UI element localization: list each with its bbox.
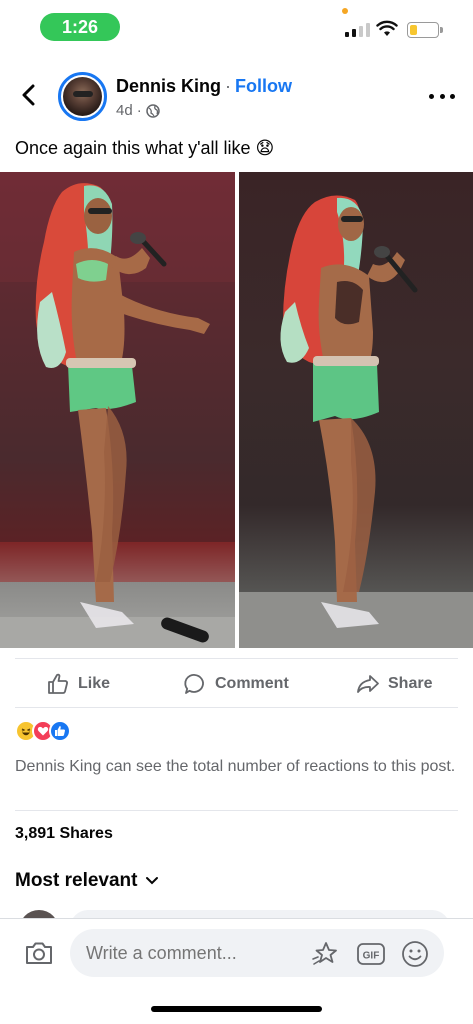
avatar-sticker-icon[interactable] <box>310 939 340 969</box>
sort-label: Most relevant <box>15 870 138 891</box>
post-photos <box>0 172 473 648</box>
gif-icon[interactable]: GIF <box>356 939 386 969</box>
performer-illustration-left <box>0 172 235 648</box>
post-photo-right[interactable] <box>239 172 473 648</box>
comment-bubble-icon <box>184 674 204 694</box>
heart-icon <box>37 726 49 736</box>
divider <box>15 658 458 659</box>
chevron-left-icon <box>22 84 35 106</box>
comment-input-box: GIF <box>70 929 444 977</box>
post-caption: Once again this what y'all like 😧 <box>15 138 275 158</box>
battery-icon <box>407 22 443 38</box>
shares-count[interactable]: 3,891 Shares <box>15 825 113 843</box>
comment-button[interactable]: Comment <box>183 664 289 704</box>
post-header: Dennis King · Follow 4d · <box>0 68 473 126</box>
post-actions: Like Comment Share <box>0 664 473 704</box>
post-photo-left[interactable] <box>0 172 235 648</box>
author-line: Dennis King · Follow <box>116 76 292 97</box>
cellular-signal-icon <box>345 23 370 37</box>
thumbs-up-icon <box>48 673 68 694</box>
status-time[interactable]: 1:26 <box>40 13 120 41</box>
svg-text:GIF: GIF <box>363 951 380 962</box>
like-reaction-icon <box>49 720 71 742</box>
avatar-photo <box>63 77 102 116</box>
follow-button[interactable]: Follow <box>235 76 292 96</box>
comment-composer: GIF <box>0 918 473 988</box>
home-indicator[interactable] <box>151 1006 322 1012</box>
share-arrow-icon <box>357 675 379 693</box>
camera-icon[interactable] <box>22 936 56 970</box>
performer-illustration-right <box>239 195 473 648</box>
comment-label: Comment <box>215 675 289 692</box>
name-separator: · <box>225 76 232 96</box>
reaction-icons[interactable] <box>15 720 71 742</box>
wifi-icon <box>376 20 398 36</box>
divider <box>15 810 458 811</box>
post-meta: 4d · <box>116 102 160 119</box>
post-time[interactable]: 4d <box>116 102 133 119</box>
reaction-visibility-note: Dennis King can see the total number of … <box>15 758 456 775</box>
back-button[interactable] <box>14 80 44 110</box>
more-dot <box>450 93 455 99</box>
laughing-face-icon <box>21 728 31 736</box>
share-button[interactable]: Share <box>356 664 432 704</box>
more-options-button[interactable] <box>429 86 455 106</box>
status-bar: 1:26 <box>0 0 473 54</box>
like-label: Like <box>78 675 111 692</box>
more-dot <box>429 93 434 99</box>
globe-icon <box>145 103 160 118</box>
more-dot <box>439 93 445 99</box>
battery-level-fill <box>410 25 418 35</box>
privacy-indicator-dot <box>342 8 348 14</box>
author-avatar[interactable] <box>58 72 107 121</box>
share-label: Share <box>388 675 433 692</box>
emoji-icon[interactable] <box>400 939 430 969</box>
author-name[interactable]: Dennis King <box>116 76 221 96</box>
comment-input[interactable] <box>86 929 306 977</box>
chevron-down-icon <box>146 877 159 885</box>
like-button[interactable]: Like <box>46 664 110 704</box>
comment-sort-dropdown[interactable]: Most relevant <box>15 870 159 892</box>
thumbs-up-icon <box>55 726 65 736</box>
meta-separator: · <box>136 102 142 119</box>
divider <box>15 707 458 708</box>
